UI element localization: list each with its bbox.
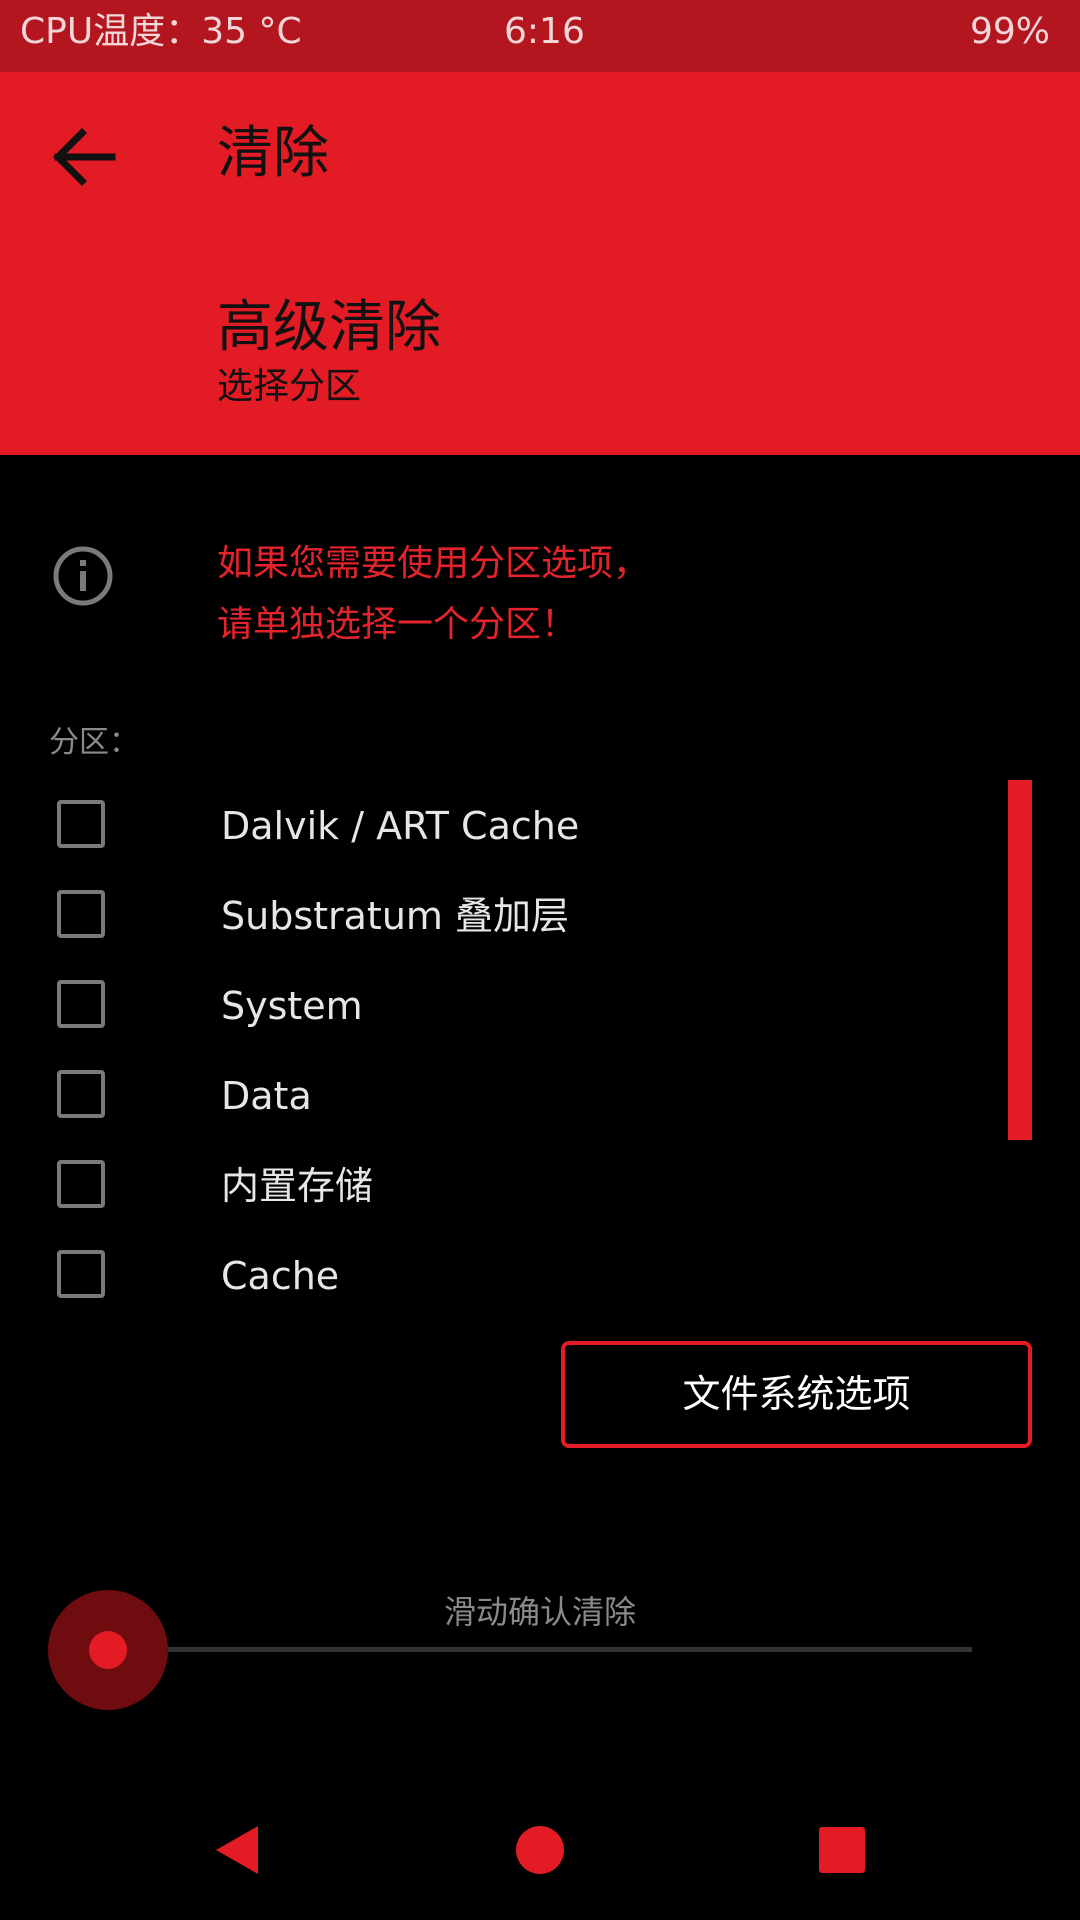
partition-label: Data [221,1074,312,1118]
partition-item-substratum[interactable]: Substratum 叠加层 [40,876,970,956]
swipe-handle[interactable] [48,1590,168,1710]
swipe-label: 滑动确认清除 [443,1593,636,1631]
page-caption: 选择分区 [217,366,362,407]
arrow-left-icon [53,128,116,186]
partition-label: Cache [221,1254,340,1298]
partition-item-data[interactable]: Data [40,1056,970,1136]
partition-label: System [221,984,363,1028]
scrollbar[interactable] [1008,780,1032,1140]
info-icon [53,546,113,606]
page-subtitle: 高级清除 [217,295,441,360]
swipe-handle-dot [89,1631,127,1669]
warning-line-1: 如果您需要使用分区选项， [217,543,650,584]
swipe-track[interactable] [108,1647,972,1652]
page-title: 清除 [217,121,329,186]
nav-recents-icon[interactable] [812,1820,872,1880]
status-bar: CPU温度：35 °C 6:16 99% [0,0,1080,72]
clock: 6:16 [504,11,585,52]
partition-item-system[interactable]: System [40,966,970,1046]
checkbox[interactable] [57,800,105,848]
warning-line-2: 请单独选择一个分区！ [217,604,578,645]
cpu-temp: CPU温度：35 °C [20,11,302,52]
partition-label: Substratum 叠加层 [221,894,570,938]
nav-home-icon[interactable] [510,1820,570,1880]
filesystem-options-button[interactable]: 文件系统选项 [561,1341,1032,1448]
checkbox[interactable] [57,1250,105,1298]
partitions-label: 分区： [49,725,139,760]
checkbox[interactable] [57,1070,105,1118]
back-button[interactable] [44,117,124,197]
battery-level: 99% [969,11,1050,52]
checkbox[interactable] [57,980,105,1028]
checkbox[interactable] [57,1160,105,1208]
partition-label: Dalvik / ART Cache [221,804,580,848]
nav-back-icon[interactable] [208,1820,268,1880]
checkbox[interactable] [57,890,105,938]
partition-item-internal-storage[interactable]: 内置存储 [40,1146,970,1226]
warning-message: 如果您需要使用分区选项， 请单独选择一个分区！ [217,533,649,655]
app-header: 清除 高级清除 选择分区 [0,72,1080,455]
partition-label: 内置存储 [221,1164,374,1208]
partition-item-cache[interactable]: Cache [40,1236,970,1316]
partition-item-dalvik[interactable]: Dalvik / ART Cache [40,786,970,866]
